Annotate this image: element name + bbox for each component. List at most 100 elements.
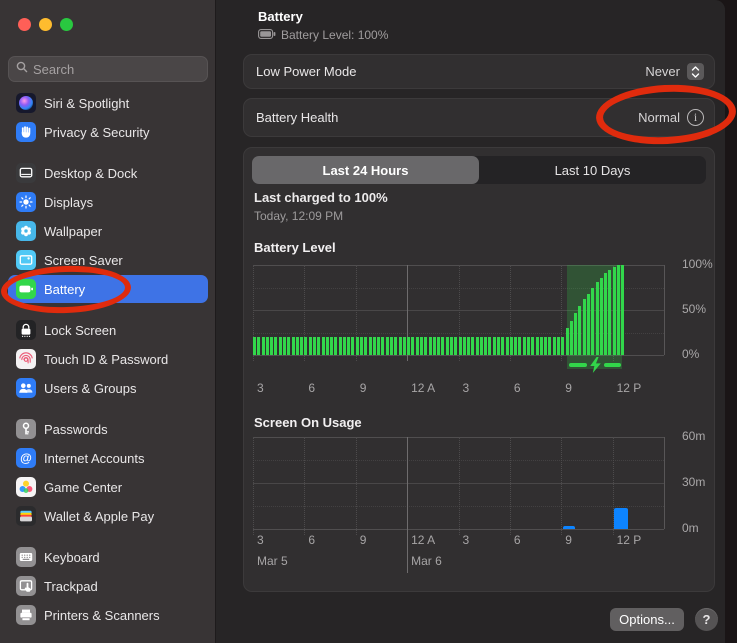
gridline: [407, 437, 408, 573]
tab-last-24-hours[interactable]: Last 24 Hours: [252, 156, 479, 184]
battery-health-label: Battery Health: [256, 110, 638, 125]
sidebar-item-game-center[interactable]: Game Center: [8, 473, 208, 501]
battery-level-bar: [548, 337, 551, 355]
battery-level-bar: [501, 337, 504, 355]
battery-health-value: Normal: [638, 110, 680, 125]
sidebar-item-desktop-dock[interactable]: Desktop & Dock: [8, 159, 208, 187]
battery-level-bar: [587, 294, 590, 355]
sidebar-item-privacy-security[interactable]: Privacy & Security: [8, 118, 208, 146]
battery-level-bar: [381, 337, 384, 355]
sidebar-item-battery[interactable]: Battery: [8, 275, 208, 303]
sidebar-item-siri-spotlight[interactable]: Siri & Spotlight: [8, 89, 208, 117]
battery-level-bar: [441, 337, 444, 355]
help-button[interactable]: ?: [695, 608, 718, 631]
x-tick-label: 9: [360, 381, 367, 395]
battery-level-bar: [266, 337, 269, 355]
battery-level-bar: [390, 337, 393, 355]
sidebar-item-lock-screen[interactable]: Lock Screen: [8, 316, 208, 344]
zoom-button[interactable]: [60, 18, 73, 31]
low-power-mode-value: Never: [645, 64, 680, 79]
users-icon: [16, 378, 36, 398]
wallet-icon: [16, 506, 36, 526]
search-icon: [16, 60, 28, 78]
sidebar-item-touch-id-password[interactable]: Touch ID & Password: [8, 345, 208, 373]
battery-level-bar: [553, 337, 556, 355]
tab-last-10-days[interactable]: Last 10 Days: [479, 156, 706, 184]
battery-usage-card: Last 24 Hours Last 10 Days Last charged …: [243, 147, 715, 592]
sidebar-item-wallpaper[interactable]: Wallpaper: [8, 217, 208, 245]
x-tick-label: 12 A: [411, 381, 435, 395]
low-power-mode-label: Low Power Mode: [256, 64, 645, 79]
sidebar-item-users-groups[interactable]: Users & Groups: [8, 374, 208, 402]
battery-level-bar: [420, 337, 423, 355]
battery-settings-pane: Battery Battery Level: 100% Low Power Mo…: [216, 0, 725, 643]
battery-level-bar: [578, 306, 581, 356]
sidebar-item-keyboard[interactable]: Keyboard: [8, 543, 208, 571]
sidebar-item-label: Wallpaper: [44, 224, 102, 239]
search-field[interactable]: [8, 56, 208, 82]
battery-level-bar: [557, 337, 560, 355]
battery-level-bar: [309, 337, 312, 355]
sidebar-item-label: Users & Groups: [44, 381, 136, 396]
battery-level-bar: [437, 337, 440, 355]
sidebar-item-label: Battery: [44, 282, 85, 297]
battery-level-bar: [416, 337, 419, 355]
battery-level-bar: [596, 282, 599, 355]
sidebar-item-label: Screen Saver: [44, 253, 123, 268]
sidebar-item-label: Game Center: [44, 480, 122, 495]
x-tick-label: 3: [463, 381, 470, 395]
battery-level-bar: [356, 337, 359, 355]
battery-level-bar: [296, 337, 299, 355]
battery-level-bar: [274, 337, 277, 355]
info-icon[interactable]: i: [687, 109, 704, 126]
battery-level-bar: [360, 337, 363, 355]
minimize-button[interactable]: [39, 18, 52, 31]
gridline: [356, 437, 357, 535]
battery-level-bar: [326, 337, 329, 355]
y-tick-label: 100%: [682, 257, 722, 271]
gridline: [561, 437, 562, 535]
battery-level-chart: 100%50%0%36912 A36912 P: [253, 265, 664, 355]
sidebar-item-displays[interactable]: Displays: [8, 188, 208, 216]
low-power-mode-popup-button[interactable]: [687, 63, 704, 80]
sidebar-item-internet-accounts[interactable]: @Internet Accounts: [8, 444, 208, 472]
battery-icon: [258, 28, 276, 42]
battery-level-bar: [287, 337, 290, 355]
sidebar-item-wallet-apple-pay[interactable]: Wallet & Apple Pay: [8, 502, 208, 530]
battery-level-bar: [604, 273, 607, 355]
sidebar-item-label: Printers & Scanners: [44, 608, 160, 623]
battery-level-bar: [262, 337, 265, 355]
battery-level-bar: [608, 270, 611, 356]
battery-level-bar: [386, 337, 389, 355]
battery-level-bar: [591, 288, 594, 356]
battery-level-bar: [343, 337, 346, 355]
sidebar-item-label: Touch ID & Password: [44, 352, 168, 367]
x-tick-label: 3: [463, 533, 470, 547]
options-button[interactable]: Options...: [610, 608, 684, 631]
screensaver-icon: [16, 250, 36, 270]
search-input[interactable]: [33, 62, 200, 77]
sidebar-item-label: Keyboard: [44, 550, 100, 565]
x-tick-label: 3: [257, 381, 264, 395]
battery-level-bar: [506, 337, 509, 355]
battery-level-bar: [467, 337, 470, 355]
sidebar-item-trackpad[interactable]: Trackpad: [8, 572, 208, 600]
axis-line: [664, 265, 665, 355]
axis-line: [664, 437, 665, 529]
sidebar-group: Keyboard Trackpad Printers & Scanners: [8, 543, 208, 629]
battery-level-bar: [399, 337, 402, 355]
gridline: [459, 437, 460, 535]
svg-text:@: @: [20, 451, 32, 465]
battery-level-bar: [531, 337, 534, 355]
page-title: Battery: [258, 9, 303, 24]
battery-level-bar: [446, 337, 449, 355]
sidebar-item-passwords[interactable]: Passwords: [8, 415, 208, 443]
battery-level-bar: [561, 337, 564, 355]
battery-level-bar: [454, 337, 457, 355]
sidebar-item-screen-saver[interactable]: Screen Saver: [8, 246, 208, 274]
desktop-icon: [16, 163, 36, 183]
sidebar-item-printers-scanners[interactable]: Printers & Scanners: [8, 601, 208, 629]
close-button[interactable]: [18, 18, 31, 31]
y-tick-label: 60m: [682, 429, 722, 443]
battery-level-bar: [270, 337, 273, 355]
